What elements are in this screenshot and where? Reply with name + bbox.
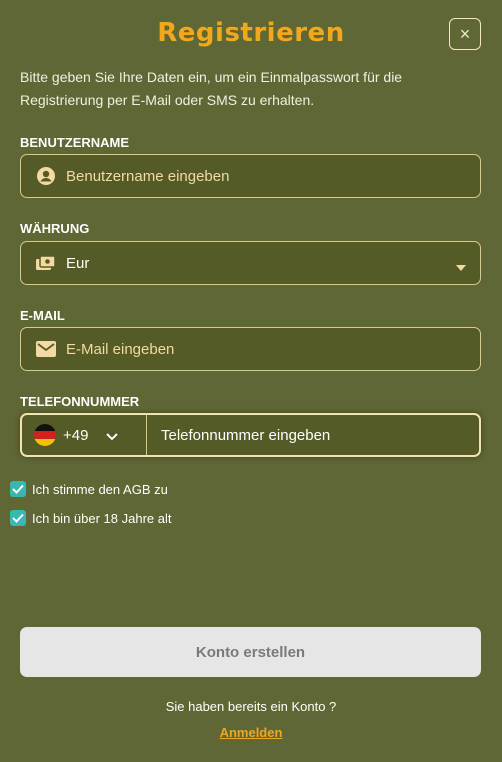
phone-input[interactable]: Telefonnummer eingeben: [147, 415, 479, 455]
login-link[interactable]: Anmelden: [220, 725, 283, 740]
phone-placeholder: Telefonnummer eingeben: [161, 426, 331, 444]
create-account-label: Konto erstellen: [195, 643, 306, 661]
username-placeholder: Benutzername eingeben: [66, 167, 230, 185]
email-label: E-MAIL: [20, 308, 65, 323]
user-circle-icon: [36, 166, 56, 186]
terms-checkbox-row[interactable]: Ich stimme den AGB zu: [10, 481, 168, 497]
create-account-button[interactable]: Konto erstellen: [20, 627, 481, 677]
close-button[interactable]: ×: [449, 18, 481, 50]
money-icon: [36, 253, 56, 273]
have-account-text: Sie haben bereits ein Konto ?: [165, 699, 337, 714]
currency-label: WÄHRUNG: [20, 221, 90, 236]
username-input[interactable]: Benutzername eingeben: [20, 154, 481, 198]
chevron-down-icon: [106, 428, 119, 445]
age-checkbox-label: Ich bin über 18 Jahre alt: [32, 510, 172, 526]
terms-checkbox-label: Ich stimme den AGB zu: [32, 481, 168, 497]
close-icon: ×: [459, 24, 471, 44]
currency-select[interactable]: Eur: [20, 241, 481, 285]
email-placeholder: E-Mail eingeben: [66, 340, 175, 358]
username-label: BENUTZERNAME: [20, 135, 130, 150]
check-icon: [12, 513, 24, 523]
caret-down-icon: [456, 258, 466, 275]
germany-flag-icon: [34, 424, 56, 446]
country-code-select[interactable]: +49: [22, 415, 147, 455]
page-title: Registrieren: [157, 18, 345, 48]
intro-text: Bitte geben Sie Ihre Daten ein, um ein E…: [20, 69, 403, 108]
check-icon: [12, 484, 24, 494]
phone-field: +49 Telefonnummer eingeben: [20, 413, 481, 457]
email-input[interactable]: E-Mail eingeben: [20, 327, 481, 371]
phone-label: TELEFONNUMMER: [20, 394, 140, 409]
login-link-row: Anmelden: [0, 725, 502, 740]
age-checkbox[interactable]: [10, 510, 26, 526]
age-checkbox-row[interactable]: Ich bin über 18 Jahre alt: [10, 510, 171, 526]
currency-value: Eur: [66, 254, 90, 272]
country-code-value: +49: [63, 426, 89, 444]
envelope-icon: [36, 339, 56, 359]
terms-checkbox[interactable]: [10, 481, 26, 497]
